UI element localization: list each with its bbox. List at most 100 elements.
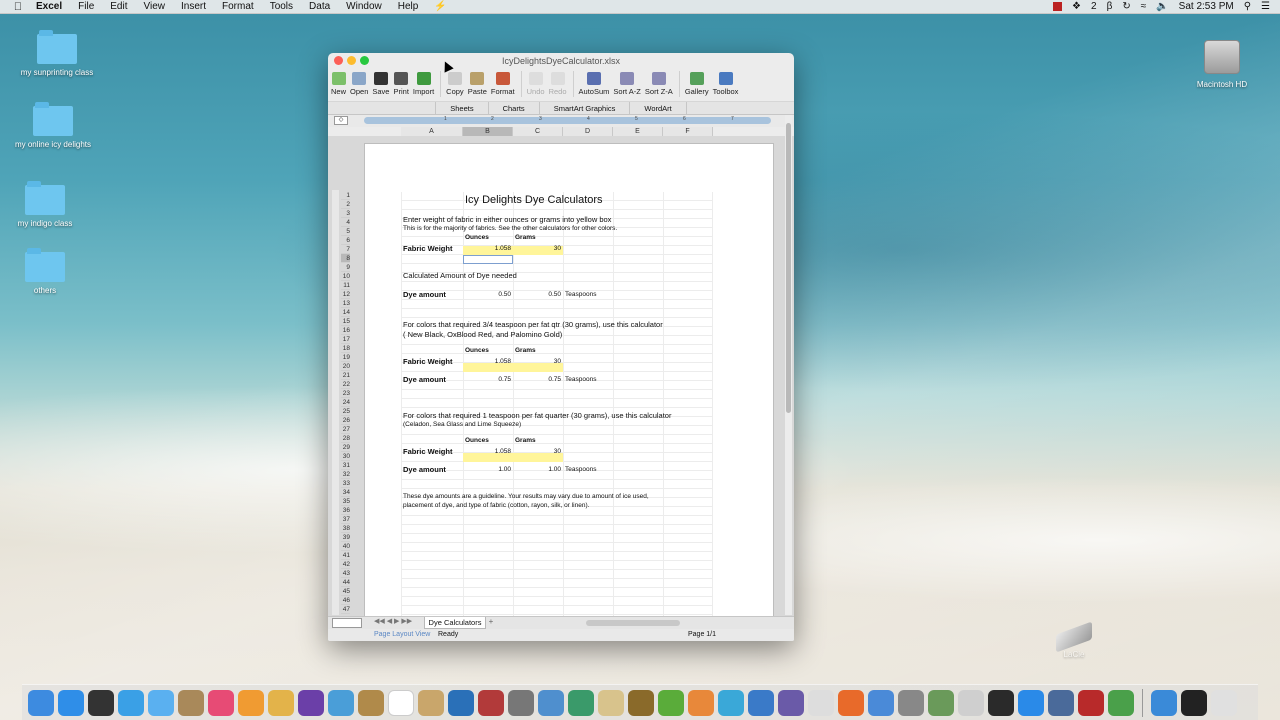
close-button[interactable] xyxy=(334,56,343,65)
menu-app-name[interactable]: Excel xyxy=(36,0,70,14)
launchpad-icon[interactable] xyxy=(88,689,114,716)
camtasia-icon[interactable] xyxy=(1108,689,1134,716)
sheet-tab-dye-calculators[interactable]: Dye Calculators xyxy=(424,617,486,629)
minimize-button[interactable] xyxy=(347,56,356,65)
row-header[interactable]: 33 xyxy=(341,479,350,488)
screenshot-icon[interactable] xyxy=(898,689,924,716)
trash-icon[interactable] xyxy=(1211,689,1237,716)
app-icon[interactable] xyxy=(1048,689,1074,716)
browser-icon[interactable] xyxy=(448,689,474,716)
spotlight-icon[interactable]: ⚲ xyxy=(1244,1,1251,12)
menu-insert[interactable]: Insert xyxy=(173,0,214,14)
tab-charts[interactable]: Charts xyxy=(487,102,539,114)
menu-tools[interactable]: Tools xyxy=(262,0,301,14)
wifi-icon[interactable]: ≈ xyxy=(1141,1,1147,12)
menu-file[interactable]: File xyxy=(70,0,102,14)
record-icon[interactable] xyxy=(1053,2,1063,11)
column-header-e[interactable]: E xyxy=(613,127,663,136)
sheet-nav-arrows-icon[interactable]: ◀◀ ◀ ▶ ▶▶ xyxy=(374,617,412,625)
row-header[interactable]: 41 xyxy=(341,551,350,560)
horizontal-scrollbar-thumb[interactable] xyxy=(586,620,680,626)
preview-icon[interactable] xyxy=(538,689,564,716)
notes-icon[interactable] xyxy=(418,689,444,716)
save-button[interactable]: Save xyxy=(372,69,389,96)
row-header[interactable]: 7 xyxy=(341,245,350,254)
column-header-c[interactable]: C xyxy=(513,127,563,136)
row-header[interactable]: 32 xyxy=(341,470,350,479)
notification-center-icon[interactable]: ☰ xyxy=(1261,1,1270,12)
format-painter-button[interactable]: Format xyxy=(491,69,515,96)
undo-button[interactable]: Undo xyxy=(527,69,545,96)
safari-icon[interactable] xyxy=(118,689,144,716)
new-button[interactable]: New xyxy=(331,69,346,96)
row-header[interactable]: 8 xyxy=(341,254,350,263)
row-header[interactable]: 25 xyxy=(341,407,350,416)
toolbox-button[interactable]: Toolbox xyxy=(713,69,738,96)
script-icon[interactable]: ⚡ xyxy=(426,0,454,14)
fabric-weight-ounces[interactable]: 1.058 xyxy=(463,448,511,455)
app-icon[interactable] xyxy=(718,689,744,716)
horizontal-ruler[interactable]: 1 2 3 4 5 6 7 xyxy=(364,116,771,124)
fabric-weight-ounces[interactable]: 1.058 xyxy=(463,358,511,365)
firefox-icon[interactable] xyxy=(838,689,864,716)
app-icon[interactable] xyxy=(808,689,834,716)
app-icon[interactable] xyxy=(778,689,804,716)
row-header[interactable]: 47 xyxy=(341,605,350,614)
view-buttons[interactable] xyxy=(332,618,362,628)
scrollbar-thumb[interactable] xyxy=(786,123,791,413)
row-header[interactable]: 15 xyxy=(341,317,350,326)
row-header[interactable]: 28 xyxy=(341,434,350,443)
row-header[interactable]: 10 xyxy=(341,272,350,281)
row-header[interactable]: 36 xyxy=(341,506,350,515)
script-editor-icon[interactable] xyxy=(598,689,624,716)
app-icon[interactable] xyxy=(748,689,774,716)
bluetooth-icon[interactable]: β xyxy=(1107,1,1113,12)
redo-button[interactable]: Redo xyxy=(549,69,567,96)
vertical-scrollbar[interactable] xyxy=(785,115,792,615)
acrobat-icon[interactable] xyxy=(1078,689,1104,716)
row-header[interactable]: 30 xyxy=(341,452,350,461)
column-header-a[interactable]: A xyxy=(401,127,463,136)
row-header[interactable]: 31 xyxy=(341,461,350,470)
row-header[interactable]: 46 xyxy=(341,596,350,605)
fabric-weight-ounces[interactable]: 1.058 xyxy=(463,245,511,252)
row-header[interactable]: 6 xyxy=(341,236,350,245)
row-header[interactable]: 1 xyxy=(341,191,350,200)
status-view-mode[interactable]: Page Layout View xyxy=(374,629,430,641)
status-count[interactable]: 2 xyxy=(1091,1,1097,12)
paste-button[interactable]: Paste xyxy=(468,69,487,96)
calendar-icon[interactable] xyxy=(388,689,414,716)
app-icon[interactable] xyxy=(1181,689,1207,716)
row-header[interactable]: 39 xyxy=(341,533,350,542)
window-titlebar[interactable]: IcyDelightsDyeCalculator.xlsx xyxy=(328,53,794,69)
time-machine-icon[interactable] xyxy=(568,689,594,716)
volume-icon[interactable]: 🔈 xyxy=(1156,1,1168,12)
photo-booth-icon[interactable] xyxy=(478,689,504,716)
row-header[interactable]: 21 xyxy=(341,371,350,380)
row-header[interactable]: 44 xyxy=(341,578,350,587)
row-header[interactable]: 4 xyxy=(341,218,350,227)
menu-edit[interactable]: Edit xyxy=(102,0,135,14)
row-header[interactable]: 19 xyxy=(341,353,350,362)
column-header-f[interactable]: F xyxy=(663,127,713,136)
cell-grid[interactable]: Icy Delights Dye Calculators Enter weigh… xyxy=(401,192,713,618)
row-header[interactable]: 23 xyxy=(341,389,350,398)
desktop-folder-indigo-class[interactable]: my indigo class xyxy=(5,181,85,228)
view-toggle-icon[interactable]: ◇ xyxy=(334,116,348,125)
row-header[interactable]: 20 xyxy=(341,362,350,371)
quicktime-icon[interactable] xyxy=(328,689,354,716)
finder-icon[interactable] xyxy=(28,689,54,716)
sort-z-a-button[interactable]: Sort Z-A xyxy=(645,69,673,96)
open-button[interactable]: Open xyxy=(350,69,368,96)
downloads-icon[interactable] xyxy=(1151,689,1177,716)
row-header[interactable]: 27 xyxy=(341,425,350,434)
sort-a-z-button[interactable]: Sort A-Z xyxy=(613,69,641,96)
tab-smartart-graphics[interactable]: SmartArt Graphics xyxy=(538,102,630,114)
row-header[interactable]: 5 xyxy=(341,227,350,236)
row-header[interactable]: 16 xyxy=(341,326,350,335)
tab-sheets[interactable]: Sheets xyxy=(435,102,487,114)
garageband-icon[interactable] xyxy=(358,689,384,716)
row-header[interactable]: 11 xyxy=(341,281,350,290)
print-button[interactable]: Print xyxy=(393,69,409,96)
column-header-d[interactable]: D xyxy=(563,127,613,136)
